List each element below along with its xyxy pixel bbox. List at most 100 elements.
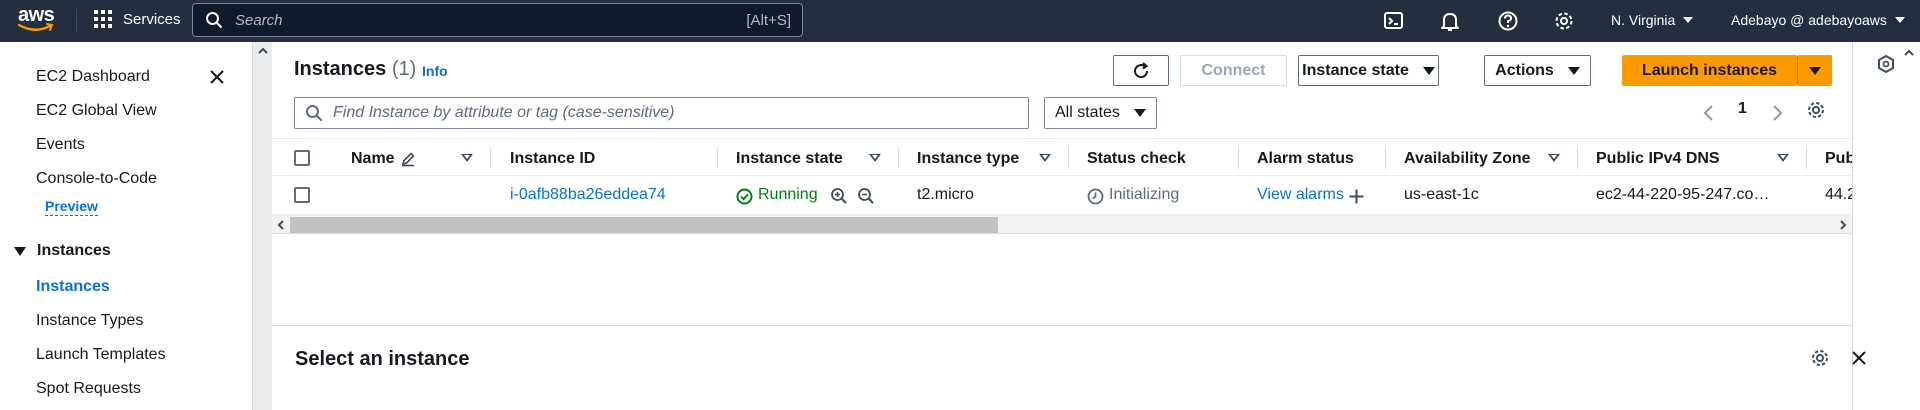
services-label: Services	[123, 10, 181, 28]
column-header-alarm-status[interactable]: Alarm status	[1257, 150, 1354, 168]
column-separator	[1068, 147, 1069, 169]
nav-divider	[76, 9, 77, 33]
refresh-button[interactable]	[1113, 55, 1169, 86]
instance-state-value: Running	[758, 186, 818, 203]
instance-state-label: Instance state	[1302, 61, 1409, 79]
actions-dropdown[interactable]: Actions	[1484, 55, 1591, 86]
search-placeholder: Search	[235, 11, 283, 29]
previous-page-icon[interactable]	[1702, 104, 1716, 122]
page-number[interactable]: 1	[1738, 100, 1747, 118]
scroll-left-icon[interactable]	[276, 219, 286, 231]
states-value: All states	[1055, 104, 1120, 121]
availability-zone-value: us-east-1c	[1404, 186, 1479, 203]
chevron-up-icon[interactable]	[1903, 48, 1915, 58]
column-separator	[1238, 147, 1239, 169]
column-header-instance-state[interactable]: Instance state	[736, 150, 843, 168]
launch-instances-dropdown[interactable]	[1797, 55, 1832, 86]
table-preferences-gear-icon[interactable]	[1806, 100, 1826, 120]
caret-down-icon	[1422, 66, 1435, 75]
sidebar-item-console-to-code[interactable]: Console-to-Code	[36, 170, 157, 188]
column-separator	[1577, 147, 1578, 169]
notifications-bell-icon[interactable]	[1439, 10, 1461, 32]
sort-icon[interactable]	[461, 154, 473, 162]
add-alarm-plus-icon[interactable]	[1348, 188, 1365, 205]
zoom-out-icon[interactable]	[857, 187, 875, 205]
help-icon[interactable]	[1497, 10, 1519, 32]
instance-count: (1)	[391, 58, 417, 80]
caret-down-icon	[1567, 66, 1580, 75]
pending-clock-icon	[1087, 188, 1104, 205]
sidebar-item-instances[interactable]: Instances	[36, 278, 110, 296]
sort-icon[interactable]	[869, 154, 881, 162]
column-header-availability-zone[interactable]: Availability Zone	[1404, 150, 1531, 168]
section-label: Instances	[37, 242, 111, 259]
public-dns-value: ec2-44-220-95-247.co…	[1596, 186, 1770, 203]
account-menu[interactable]: Adebayo @ adebayoaws	[1731, 12, 1905, 28]
connect-button[interactable]: Connect	[1180, 55, 1287, 86]
sidebar-item-instance-types[interactable]: Instance Types	[36, 312, 143, 330]
search-icon	[206, 12, 222, 28]
services-menu-button[interactable]: Services	[94, 10, 181, 28]
sort-icon[interactable]	[1548, 154, 1560, 162]
global-search-input[interactable]: Search [Alt+S]	[192, 3, 803, 37]
success-check-icon	[736, 188, 753, 205]
chevron-up-icon[interactable]	[257, 46, 269, 56]
scrollbar-thumb[interactable]	[290, 217, 998, 233]
instance-id-link[interactable]: i-0afb88ba26eddea74	[510, 186, 666, 204]
info-link[interactable]: Info	[422, 63, 448, 79]
sidebar-item-ec2-global-view[interactable]: EC2 Global View	[36, 102, 157, 120]
scroll-right-icon[interactable]	[1838, 219, 1848, 231]
details-settings-gear-icon[interactable]	[1810, 348, 1830, 368]
sidebar-item-launch-templates[interactable]: Launch Templates	[36, 346, 166, 364]
region-label: N. Virginia	[1611, 12, 1676, 28]
close-sidebar-icon[interactable]	[208, 68, 226, 86]
instance-filter-input[interactable]: Find Instance by attribute or tag (case-…	[294, 97, 1029, 129]
row-select-checkbox[interactable]	[294, 187, 310, 203]
zoom-in-icon[interactable]	[830, 187, 848, 205]
sidebar-scrollbar[interactable]	[252, 42, 272, 410]
status-check-value: Initializing	[1109, 186, 1180, 203]
select-all-checkbox[interactable]	[294, 150, 310, 166]
sort-icon[interactable]	[1777, 154, 1789, 162]
column-header-instance-type[interactable]: Instance type	[917, 150, 1019, 168]
instance-state-dropdown[interactable]: Instance state	[1298, 55, 1439, 86]
edit-pencil-icon[interactable]	[400, 151, 416, 167]
column-header-instance-id[interactable]: Instance ID	[510, 150, 595, 168]
column-header-public-ipv4-dns[interactable]: Public IPv4 DNS	[1596, 150, 1720, 168]
column-header-public-ipv4[interactable]: Pub	[1825, 150, 1855, 168]
next-page-icon[interactable]	[1770, 104, 1784, 122]
states-select[interactable]: All states	[1044, 97, 1157, 129]
column-header-name[interactable]: Name	[351, 150, 395, 168]
cloudshell-icon[interactable]	[1383, 10, 1405, 32]
details-panel-title: Select an instance	[295, 348, 470, 370]
table-row[interactable]: i-0afb88ba26eddea74 Running t2.micro Ini…	[272, 176, 1856, 214]
view-alarms-link[interactable]: View alarms	[1257, 186, 1344, 204]
help-panel-hexagon-icon[interactable]	[1876, 54, 1896, 74]
table-horizontal-scrollbar[interactable]	[272, 214, 1852, 234]
column-header-status-check[interactable]: Status check	[1087, 150, 1186, 168]
details-panel: Select an instance	[272, 326, 1866, 410]
instances-panel: Instances (1) Info Connect Instance stat…	[272, 42, 1856, 326]
caret-down-icon	[1808, 66, 1821, 75]
aws-logo[interactable]: aws	[18, 4, 58, 36]
chevron-down-icon	[1683, 17, 1694, 23]
filter-placeholder: Find Instance by attribute or tag (case-…	[333, 104, 675, 121]
sidebar-section-instances[interactable]: Instances	[14, 242, 111, 260]
chevron-down-icon	[1894, 17, 1905, 23]
sidebar-item-ec2-dashboard[interactable]: EC2 Dashboard	[36, 68, 150, 86]
aws-smile-icon	[18, 23, 54, 31]
title-text: Instances	[294, 58, 387, 80]
region-selector[interactable]: N. Virginia	[1611, 12, 1694, 28]
close-details-icon[interactable]	[1850, 349, 1868, 367]
actions-label: Actions	[1495, 61, 1554, 79]
launch-instances-button[interactable]: Launch instances	[1622, 55, 1797, 86]
search-shortcut: [Alt+S]	[746, 11, 791, 29]
account-label: Adebayo @ adebayoaws	[1731, 12, 1887, 28]
sidebar-item-events[interactable]: Events	[36, 136, 85, 154]
preview-badge[interactable]: Preview	[45, 198, 98, 216]
sidebar-item-spot-requests[interactable]: Spot Requests	[36, 380, 141, 398]
column-separator	[1385, 147, 1386, 169]
settings-gear-icon[interactable]	[1553, 10, 1575, 32]
column-separator	[490, 147, 491, 169]
sort-icon[interactable]	[1039, 154, 1051, 162]
